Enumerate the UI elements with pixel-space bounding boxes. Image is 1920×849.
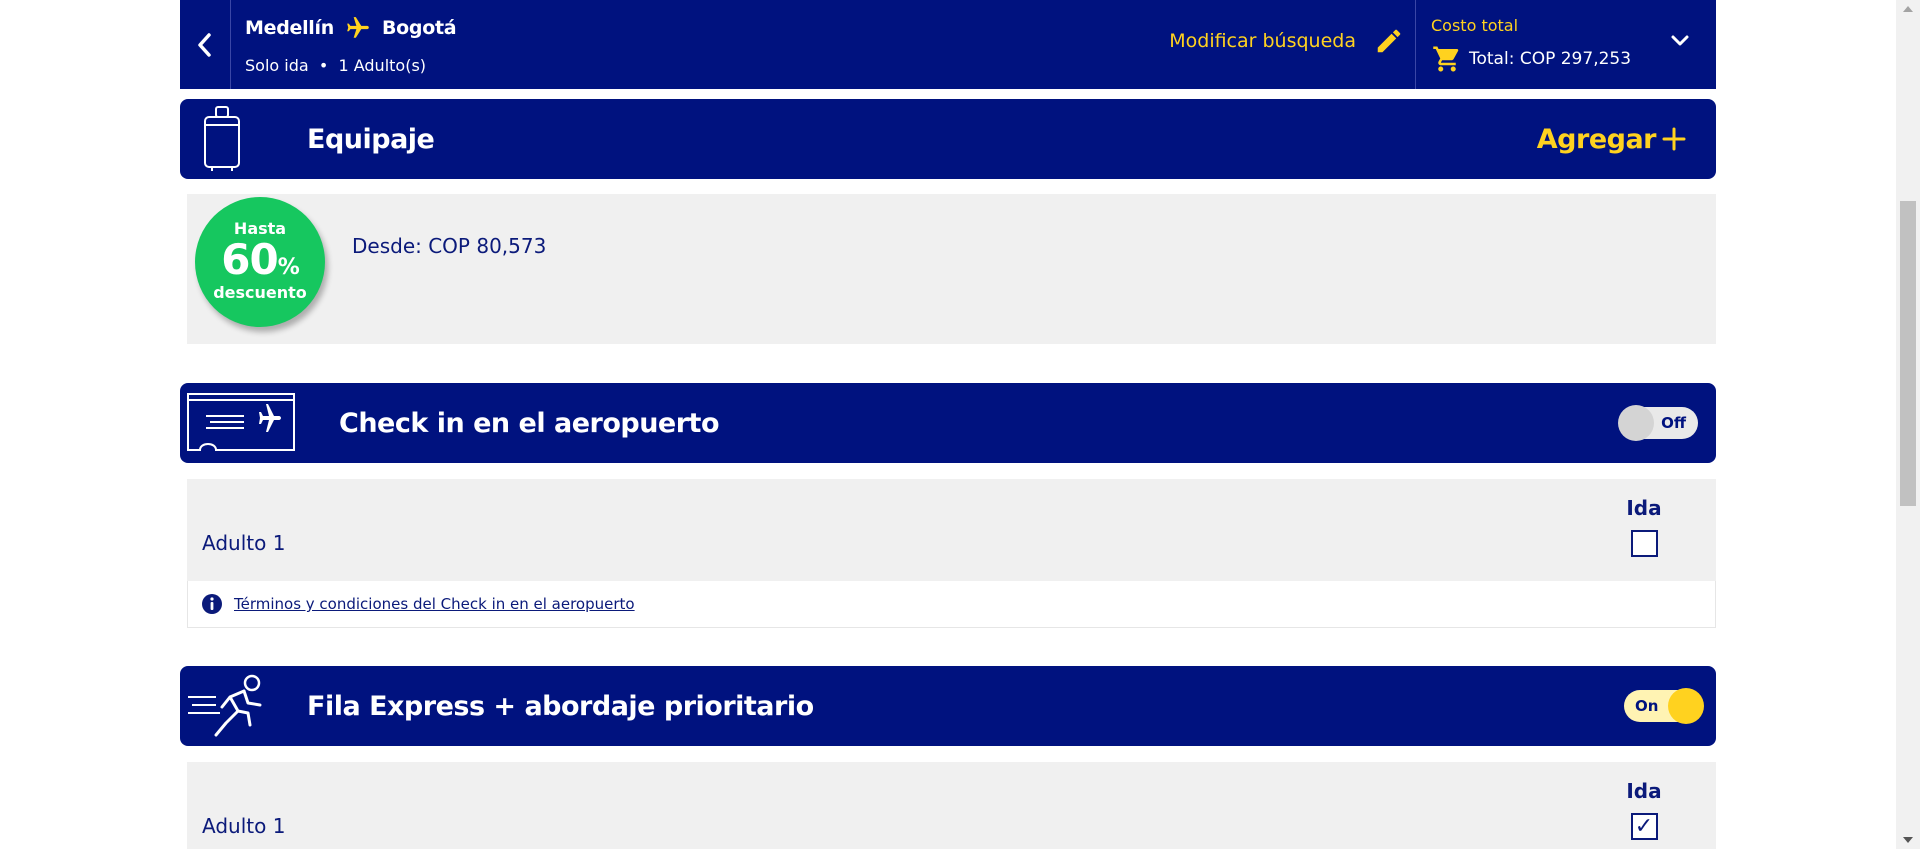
scroll-up-arrow[interactable] bbox=[1903, 6, 1913, 12]
scroll-down-arrow[interactable] bbox=[1903, 837, 1913, 843]
add-luggage-button[interactable]: Agregar bbox=[1537, 99, 1686, 179]
toggle-knob bbox=[1618, 405, 1654, 441]
cost-label: Costo total bbox=[1431, 16, 1519, 35]
info-icon bbox=[201, 593, 223, 615]
trip-summary-bar: Medellín Bogotá Solo ida • 1 Adulto(s) M… bbox=[180, 0, 1716, 89]
outbound-label: Ida bbox=[1626, 779, 1662, 803]
express-section-header: Fila Express + abordaje prioritario On bbox=[180, 666, 1716, 746]
express-outbound-checkbox[interactable]: ✓ bbox=[1630, 813, 1658, 840]
discount-value: 60 bbox=[221, 235, 278, 284]
outbound-label: Ida bbox=[1626, 496, 1662, 520]
pencil-icon bbox=[1374, 26, 1404, 56]
scroll-thumb[interactable] bbox=[1900, 201, 1916, 506]
page-scrollbar[interactable] bbox=[1896, 0, 1920, 849]
discount-percent-sign: % bbox=[277, 255, 300, 280]
passenger-name: Adulto 1 bbox=[202, 531, 286, 555]
luggage-section-header: Equipaje Agregar bbox=[180, 99, 1716, 179]
checkin-toggle[interactable]: Off bbox=[1618, 405, 1698, 441]
luggage-title: Equipaje bbox=[307, 123, 435, 155]
suitcase-icon bbox=[202, 105, 242, 177]
cost-total: Total: COP 297,253 bbox=[1431, 44, 1631, 74]
chevron-left-icon bbox=[198, 32, 211, 57]
discount-percentage: 60% bbox=[195, 235, 325, 284]
luggage-promo-panel: Hasta 60% descuento Desde: COP 80,573 bbox=[187, 194, 1716, 344]
airplane-icon bbox=[344, 15, 372, 41]
checkin-section-header: Check in en el aeropuerto Off bbox=[180, 383, 1716, 463]
outbound-column: Ida bbox=[1624, 496, 1664, 557]
toggle-knob bbox=[1668, 688, 1704, 724]
route: Medellín Bogotá bbox=[245, 15, 457, 41]
checkin-terms-link[interactable]: Términos y condiciones del Check in en e… bbox=[234, 595, 635, 613]
origin-city: Medellín bbox=[245, 17, 334, 39]
checkin-toggle-label: Off bbox=[1661, 414, 1686, 432]
checkin-title: Check in en el aeropuerto bbox=[339, 407, 720, 439]
total-cost-dropdown[interactable]: Costo total Total: COP 297,253 bbox=[1415, 0, 1716, 89]
luggage-price-from: Desde: COP 80,573 bbox=[352, 234, 547, 258]
cart-icon bbox=[1431, 44, 1463, 74]
trip-details: Solo ida • 1 Adulto(s) bbox=[245, 56, 426, 75]
express-toggle-label: On bbox=[1635, 697, 1659, 715]
bullet-separator: • bbox=[313, 56, 334, 75]
checkin-terms: Términos y condiciones del Check in en e… bbox=[187, 581, 1716, 628]
back-button[interactable] bbox=[180, 0, 231, 89]
destination-city: Bogotá bbox=[381, 17, 457, 39]
boarding-pass-icon bbox=[186, 392, 296, 458]
chevron-down-icon[interactable] bbox=[1670, 34, 1690, 48]
express-passenger-row: Adulto 1 Ida ✓ bbox=[187, 762, 1716, 849]
express-title: Fila Express + abordaje prioritario bbox=[307, 690, 814, 722]
checkin-passenger-row: Adulto 1 Ida bbox=[187, 479, 1716, 581]
running-person-icon bbox=[186, 673, 266, 743]
discount-line-3: descuento bbox=[213, 283, 307, 302]
passenger-name: Adulto 1 bbox=[202, 814, 286, 838]
discount-badge: Hasta 60% descuento bbox=[195, 197, 325, 327]
modify-search-label: Modificar búsqueda bbox=[1169, 30, 1356, 52]
checkin-outbound-checkbox[interactable] bbox=[1630, 530, 1658, 557]
modify-search-button[interactable]: Modificar búsqueda bbox=[1169, 26, 1404, 56]
outbound-column: Ida ✓ bbox=[1624, 779, 1664, 840]
passenger-count: 1 Adulto(s) bbox=[338, 56, 427, 75]
add-luggage-label: Agregar bbox=[1536, 123, 1657, 155]
express-toggle[interactable]: On bbox=[1624, 688, 1704, 724]
plus-icon bbox=[1662, 127, 1686, 151]
trip-type: Solo ida bbox=[245, 56, 309, 75]
total-amount: Total: COP 297,253 bbox=[1469, 49, 1632, 69]
